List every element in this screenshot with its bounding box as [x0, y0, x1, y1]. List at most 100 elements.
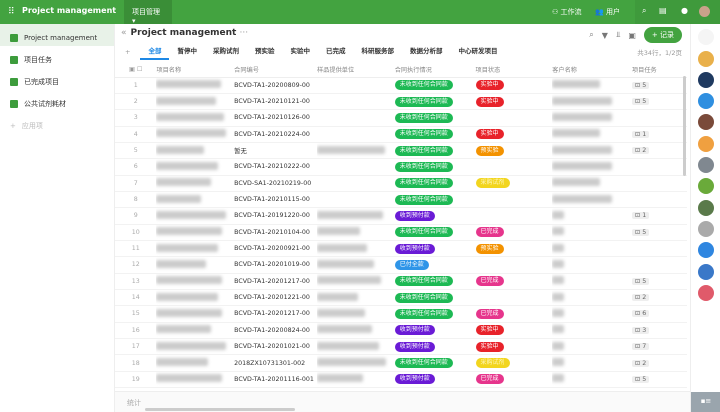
table-row[interactable]: 7 BCVD-SA1-20210219-00 未收到任何合同款 采购试剂 [115, 175, 687, 192]
task-count[interactable]: ⊡ 5 [632, 228, 650, 236]
table-row[interactable]: 1 BCVD-TA1-20200809-00 未收到任何合同款 实验中 ⊡ 5 [115, 77, 687, 94]
task-count[interactable]: ⊡ 5 [632, 277, 650, 285]
tab-view[interactable]: 采购试剂 [205, 44, 247, 60]
rail-app-icon[interactable] [697, 178, 714, 195]
tab-view[interactable]: 已完成 [318, 44, 354, 60]
tab-view[interactable]: 预实验 [247, 44, 283, 60]
vertical-scrollbar[interactable] [683, 76, 686, 176]
column-header[interactable]: 客户名称 [552, 62, 632, 78]
column-header[interactable]: 项目名称 [156, 62, 235, 78]
column-header[interactable]: 项目状态 [475, 62, 553, 78]
rail-app-icon[interactable] [697, 157, 714, 174]
contract-cell: BCVD-TA1-20201217-00 [234, 273, 318, 290]
task-count[interactable]: ⊡ 5 [632, 98, 650, 106]
module-menu[interactable]: 项目管理 ▾ [124, 0, 172, 25]
sample-unit-cell [317, 289, 395, 307]
table-row[interactable]: 3 BCVD-TA1-20210126-00 未收到任何合同款 [115, 109, 687, 127]
rail-app-icon[interactable] [697, 242, 714, 259]
table-row[interactable]: 8 BCVD-TA1-20210115-00 未收到任何合同款 [115, 191, 687, 209]
sidebar-item-reagents[interactable]: 公共试剂耗材 [0, 90, 114, 112]
tab-view[interactable]: 科研服务部 [353, 44, 402, 60]
sidebar-item-project-tasks[interactable]: 项目任务 [0, 46, 114, 68]
tab-view[interactable]: 实验中 [282, 44, 318, 60]
horizontal-scrollbar[interactable] [145, 408, 295, 411]
task-count[interactable]: ⊡ 6 [632, 310, 650, 318]
table-row[interactable]: 5 暂无 未收到任何合同款 预实验 ⊡ 2 [115, 142, 687, 160]
task-count[interactable]: ⊡ 5 [632, 375, 650, 383]
exec-cell: 未收到任何合同款 [394, 77, 476, 94]
search-icon[interactable]: ⌕ [589, 30, 593, 40]
column-header[interactable]: 样品提供单位 [317, 62, 395, 78]
table-row[interactable]: 6 BCVD-TA1-20210222-00 未收到任何合同款 [115, 158, 687, 176]
filter-icon[interactable]: ▼ [602, 31, 608, 40]
table-row[interactable]: 14 BCVD-TA1-20201221-00 未收到任何合同款 ⊡ 2 [115, 289, 687, 307]
stats-icon[interactable]: ⫫ [616, 30, 621, 40]
sample-unit-cell [317, 109, 395, 127]
rail-app-icon[interactable] [697, 135, 714, 152]
app-switcher[interactable]: Project management [22, 6, 116, 15]
tab-view[interactable]: 暂停中 [169, 44, 205, 60]
table-row[interactable]: 11 BCVD-TA1-20200921-00 收到预付款 预实验 [115, 240, 687, 258]
rail-app-icon[interactable] [697, 220, 714, 237]
table-row[interactable]: 4 BCVD-TA1-20210224-00 未收到任何合同款 实验中 ⊡ 1 [115, 126, 687, 143]
sidebar-item-project-management[interactable]: Project management [0, 24, 114, 46]
exec-status-tag: 未收到任何合同款 [394, 96, 453, 107]
task-count[interactable]: ⊡ 7 [632, 343, 650, 351]
rail-app-icon[interactable] [697, 93, 714, 110]
rail-app-icon[interactable] [697, 71, 714, 88]
task-count[interactable]: ⊡ 2 [632, 147, 650, 155]
table-row[interactable]: 12 BCVD-TA1-20201019-00 已付全款 [115, 256, 687, 274]
contract-cell: BCVD-TA1-20210115-00 [234, 191, 318, 209]
column-header[interactable]: 项目任务 [632, 62, 687, 78]
new-record-button[interactable]: + 记录 [643, 27, 682, 43]
tab-view[interactable]: 全部 [140, 44, 170, 60]
task-count[interactable]: ⊡ 1 [632, 130, 650, 138]
more-icon[interactable]: ··· [240, 28, 249, 38]
table-row[interactable]: 17 BCVD-TA1-20201021-00 收到预付款 实验中 ⊡ 7 [115, 338, 687, 356]
table-row[interactable]: 13 BCVD-TA1-20201217-00 未收到任何合同款 已完成 ⊡ 5 [115, 273, 687, 290]
status-cell: 实验中 [475, 322, 553, 340]
table-row[interactable]: 16 BCVD-TA1-20200824-00 收到预付款 实验中 ⊡ 3 [115, 322, 687, 340]
search-icon[interactable]: ⌕ [642, 6, 646, 16]
rail-app-icon[interactable] [697, 29, 714, 46]
add-view-button[interactable]: + [115, 48, 140, 56]
table-row[interactable]: 9 BCVD-TA1-20191220-00 收到预付款 ⊡ 1 [115, 207, 687, 225]
collapse-icon[interactable]: « [121, 28, 127, 38]
apps-grid-icon[interactable]: ⠿ [8, 7, 15, 17]
task-count[interactable]: ⊡ 1 [632, 212, 650, 220]
task-count[interactable]: ⊡ 2 [632, 294, 650, 302]
contract-number: BCVD-TA1-20191220-00 [234, 212, 310, 220]
table-row[interactable]: 2 BCVD-TA1-20210121-00 未收到任何合同款 实验中 ⊡ 5 [115, 93, 687, 111]
row-number-cell: 11 [115, 240, 157, 258]
users-link[interactable]: 👥 用户 [595, 7, 620, 17]
rail-app-icon[interactable] [697, 263, 714, 280]
help-icon[interactable]: ● [681, 6, 688, 15]
sample-unit-cell [317, 371, 395, 389]
table-row[interactable]: 15 BCVD-TA1-20201217-00 未收到任何合同款 已完成 ⊡ 6 [115, 305, 687, 323]
tab-view[interactable]: 中心研发项目 [450, 44, 505, 60]
sidebar-item-completed-projects[interactable]: 已完成项目 [0, 68, 114, 90]
contract-number: BCVD-SA1-20210219-00 [234, 179, 312, 187]
column-header[interactable]: 合同编号 [234, 62, 318, 78]
chat-panel-icon[interactable]: ▪≡ [691, 392, 720, 412]
rail-app-icon[interactable] [697, 199, 714, 216]
add-app-button[interactable]: + 应用项 [0, 112, 114, 134]
discussion-icon[interactable]: ▣ [628, 31, 636, 40]
table-row[interactable]: 19 BCVD-TA1-20201116-001 收到预付款 已完成 ⊡ 5 [115, 371, 687, 389]
tab-view[interactable]: 数据分析部 [402, 44, 451, 60]
rail-app-icon[interactable] [697, 50, 714, 67]
rail-app-icon[interactable] [697, 284, 714, 301]
workflow-link[interactable]: ⚇ 工作流 [552, 7, 582, 17]
notes-icon[interactable]: ▤ [659, 6, 667, 15]
rail-app-icon[interactable] [697, 114, 714, 131]
row-number-cell: 8 [115, 191, 157, 209]
column-header[interactable]: 合同执行情况 [394, 62, 476, 78]
table-row[interactable]: 18 2018ZX10731301-002 未收到任何合同款 采购试剂 ⊡ 2 [115, 354, 687, 372]
task-count[interactable]: ⊡ 3 [632, 326, 650, 334]
table-row[interactable]: 10 BCVD-TA1-20210104-00 未收到任何合同款 已完成 ⊡ 5 [115, 224, 687, 241]
exec-cell: 未收到任何合同款 [394, 305, 476, 323]
task-count[interactable]: ⊡ 2 [632, 359, 650, 367]
avatar[interactable] [699, 6, 710, 17]
select-all-checkbox[interactable]: ▣ ☐ [115, 62, 157, 78]
task-count[interactable]: ⊡ 5 [632, 81, 650, 89]
